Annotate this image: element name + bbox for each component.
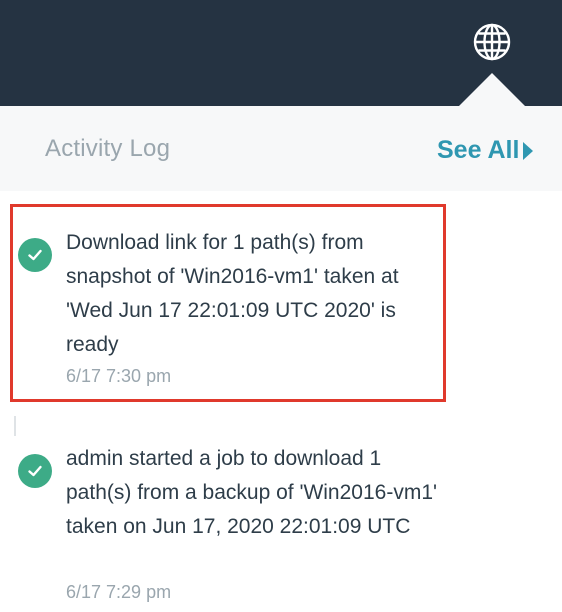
see-all-link[interactable]: See All bbox=[437, 136, 534, 165]
activity-timestamp: 6/17 7:29 pm bbox=[66, 582, 172, 602]
check-circle-icon bbox=[18, 238, 52, 272]
activity-timestamp: 6/17 7:30 pm bbox=[66, 366, 172, 386]
activity-entry[interactable]: admin started a job to download 1 path(s… bbox=[12, 430, 442, 610]
globe-icon[interactable] bbox=[472, 22, 512, 62]
activity-message: Download link for 1 path(s) from snapsho… bbox=[66, 231, 399, 356]
activity-message: admin started a job to download 1 path(s… bbox=[66, 447, 438, 538]
activity-log-title: Activity Log bbox=[45, 135, 171, 162]
check-circle-icon bbox=[18, 454, 52, 488]
see-all-label: See All bbox=[437, 136, 520, 164]
dropdown-caret bbox=[459, 73, 525, 106]
activity-entry[interactable]: Download link for 1 path(s) from snapsho… bbox=[12, 210, 442, 400]
chevron-right-icon bbox=[523, 141, 534, 160]
